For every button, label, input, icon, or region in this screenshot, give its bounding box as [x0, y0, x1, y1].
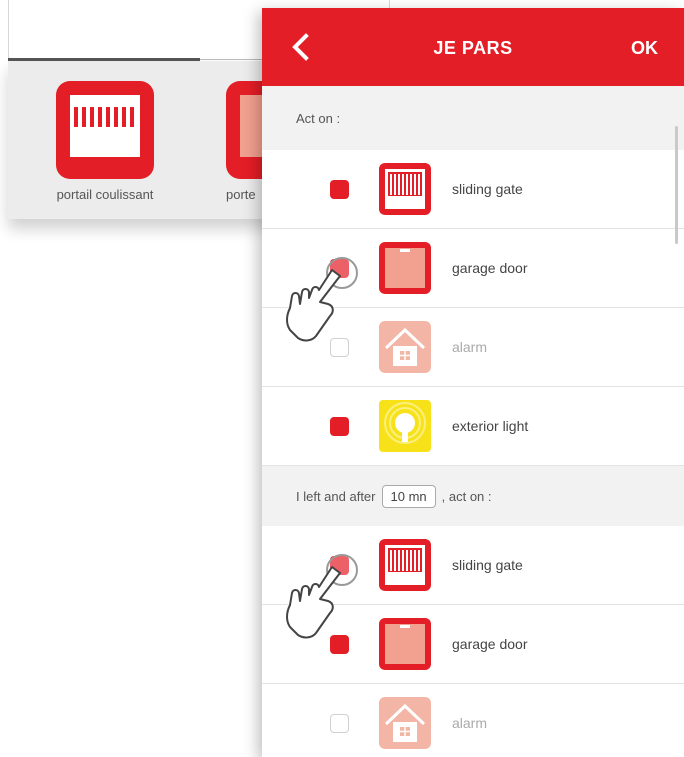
section-header-act-on: Act on :: [262, 86, 684, 150]
device-label: sliding gate: [452, 557, 523, 573]
list-item[interactable]: sliding gate: [262, 150, 684, 229]
device-tile-label: portail coulissant: [56, 187, 154, 202]
checkbox[interactable]: [330, 338, 349, 357]
device-label: garage door: [452, 636, 528, 652]
checkbox[interactable]: [330, 417, 349, 436]
page-title: JE PARS: [433, 38, 513, 58]
header-bar: JE PARS OK: [262, 8, 684, 86]
alarm-house-icon: [378, 320, 432, 374]
device-label: alarm: [452, 715, 488, 731]
list-item[interactable]: garage door: [262, 229, 684, 308]
device-label: exterior light: [452, 418, 529, 434]
touch-indicator: [326, 257, 358, 289]
list-item[interactable]: garage door: [262, 605, 684, 684]
device-label: alarm: [452, 339, 488, 355]
delay-duration-field[interactable]: 10 mn: [381, 484, 436, 508]
checkbox[interactable]: [330, 714, 349, 733]
device-tile-portail-coulissant[interactable]: portail coulissant: [56, 81, 154, 202]
scrollbar[interactable]: [675, 126, 678, 244]
sliding-gate-icon: [378, 162, 432, 216]
garage-door-icon: [378, 617, 432, 671]
sliding-gate-icon: [378, 538, 432, 592]
sliding-gate-icon: [56, 81, 154, 179]
je-pars-panel: JE PARS OK Act on : sliding gate garage d…: [262, 8, 684, 757]
list-item[interactable]: alarm: [262, 684, 684, 757]
list-item[interactable]: sliding gate: [262, 526, 684, 605]
list-item[interactable]: alarm: [262, 308, 684, 387]
section-label: Act on :: [296, 110, 341, 126]
checkbox[interactable]: [330, 635, 349, 654]
device-label: garage door: [452, 260, 528, 276]
alarm-house-icon: [378, 696, 432, 750]
ok-button[interactable]: OK: [631, 38, 658, 59]
delay-suffix: , act on :: [441, 488, 492, 504]
list-item[interactable]: exterior light: [262, 387, 684, 466]
garage-door-icon: [378, 241, 432, 295]
checkbox[interactable]: [330, 180, 349, 199]
delay-prefix: I left and after: [296, 488, 376, 504]
exterior-light-icon: [378, 399, 432, 453]
device-label: sliding gate: [452, 181, 523, 197]
touch-indicator: [326, 554, 358, 586]
section-header-delay: I left and after 10 mn , act on :: [262, 466, 684, 526]
